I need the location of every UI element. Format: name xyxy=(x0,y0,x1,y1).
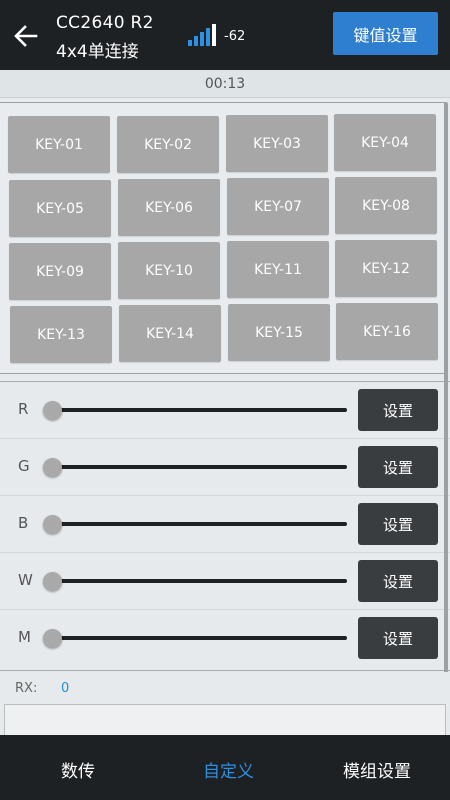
slider-row-r: R 设置 xyxy=(0,382,450,439)
slider-track[interactable] xyxy=(45,636,347,640)
tab-data-transfer[interactable]: 数传 xyxy=(61,757,95,782)
key-button[interactable]: KEY-03 xyxy=(226,115,328,172)
key-button[interactable]: KEY-10 xyxy=(118,242,220,299)
tab-module-settings[interactable]: 模组设置 xyxy=(343,757,411,782)
slider-track[interactable] xyxy=(45,579,347,583)
set-button[interactable]: 设置 xyxy=(358,617,438,659)
key-button[interactable]: KEY-14 xyxy=(119,305,221,362)
slider-thumb[interactable] xyxy=(43,572,62,591)
slider-row-b: B 设置 xyxy=(0,496,450,553)
slider-label: W xyxy=(18,571,33,589)
key-button[interactable]: KEY-15 xyxy=(228,304,330,361)
slider-thumb[interactable] xyxy=(43,401,62,420)
slider-row-g: G 设置 xyxy=(0,439,450,496)
slider-track[interactable] xyxy=(45,408,347,412)
rx-label: RX: xyxy=(15,681,38,696)
slider-thumb[interactable] xyxy=(43,629,62,648)
key-settings-button[interactable]: 键值设置 xyxy=(333,12,438,55)
connection-mode: 4x4单连接 xyxy=(56,42,139,62)
key-grid: KEY-01 KEY-02 KEY-03 KEY-04 KEY-05 KEY-0… xyxy=(0,102,445,374)
rssi-value: -62 xyxy=(224,29,246,44)
key-button[interactable]: KEY-06 xyxy=(118,179,220,236)
slider-thumb[interactable] xyxy=(43,458,62,477)
key-button[interactable]: KEY-13 xyxy=(10,306,112,363)
rx-status: RX: 0 xyxy=(0,672,450,704)
key-button[interactable]: KEY-16 xyxy=(336,303,438,360)
signal-strength-icon xyxy=(188,24,216,46)
set-button[interactable]: 设置 xyxy=(358,446,438,488)
key-button[interactable]: KEY-11 xyxy=(227,241,329,298)
slider-row-w: W 设置 xyxy=(0,553,450,610)
scrollbar[interactable] xyxy=(444,102,448,686)
slider-label: G xyxy=(18,457,30,475)
slider-label: M xyxy=(18,628,31,646)
key-button[interactable]: KEY-01 xyxy=(8,116,110,173)
key-button[interactable]: KEY-04 xyxy=(334,114,436,171)
top-bar: CC2640 R2 4x4单连接 -62 键值设置 xyxy=(0,0,450,70)
slider-track[interactable] xyxy=(45,522,347,526)
color-sliders: R 设置 G 设置 B 设置 W 设置 M 设置 xyxy=(0,381,450,671)
connection-timer: 00:13 xyxy=(0,70,450,98)
device-name: CC2640 R2 xyxy=(56,13,154,33)
set-button[interactable]: 设置 xyxy=(358,389,438,431)
set-button[interactable]: 设置 xyxy=(358,503,438,545)
set-button[interactable]: 设置 xyxy=(358,560,438,602)
slider-thumb[interactable] xyxy=(43,515,62,534)
slider-label: R xyxy=(18,400,29,418)
data-input[interactable] xyxy=(4,704,446,738)
bottom-nav: 数传 自定义 模组设置 xyxy=(0,735,450,800)
key-button[interactable]: KEY-08 xyxy=(335,177,437,234)
slider-label: B xyxy=(18,514,29,532)
arrow-left-icon[interactable] xyxy=(12,22,40,50)
key-button[interactable]: KEY-02 xyxy=(117,116,219,173)
key-button[interactable]: KEY-12 xyxy=(335,240,437,297)
key-button[interactable]: KEY-09 xyxy=(9,243,111,300)
slider-track[interactable] xyxy=(45,465,347,469)
tab-custom[interactable]: 自定义 xyxy=(203,757,254,782)
key-button[interactable]: KEY-07 xyxy=(227,178,329,235)
key-button[interactable]: KEY-05 xyxy=(9,180,111,237)
slider-row-m: M 设置 xyxy=(0,610,450,667)
rx-value: 0 xyxy=(61,681,70,696)
